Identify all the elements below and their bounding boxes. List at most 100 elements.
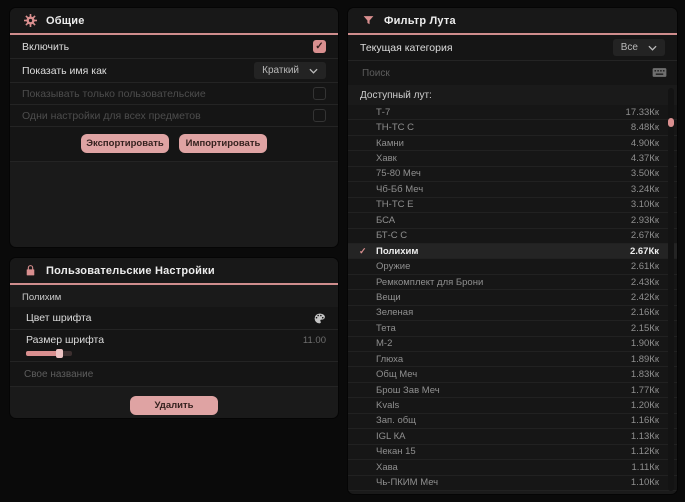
loot-list-item[interactable]: ✓ ТН-ТС С 8.48Кк <box>348 120 677 136</box>
loot-item-name: ТН-ТС С <box>376 122 414 134</box>
loot-list-item[interactable]: ✓ Хавк 4.37Кк <box>348 151 677 167</box>
loot-list-item[interactable]: ✓ Чб-Бб Меч 3.24Кк <box>348 182 677 198</box>
loot-item-name: Хавк <box>376 153 397 165</box>
loot-list-item[interactable]: ✓ БТ-С С 2.67Кк <box>348 228 677 244</box>
same-settings-checkbox[interactable] <box>313 109 326 122</box>
loot-list-item[interactable]: ✓ М-2 1.90Кк <box>348 336 677 352</box>
font-size-label: Размер шрифта <box>26 334 105 346</box>
show-name-dropdown[interactable]: Краткий <box>254 62 326 79</box>
keyboard-icon[interactable] <box>652 67 667 78</box>
font-color-label: Цвет шрифта <box>26 312 92 324</box>
loot-list: ✓ Т-7 17.33Кк ✓ ТН-ТС С 8.48Кк ✓ Камни 4… <box>348 105 677 491</box>
loot-item-value: 1.11Кк <box>631 461 659 473</box>
export-button[interactable]: Экспортировать <box>81 134 169 153</box>
custom-settings-panel: Пользовательские Настройки Полихим Цвет … <box>10 258 338 418</box>
same-settings-row: Одни настройки для всех предметов <box>10 105 338 127</box>
delete-button[interactable]: Удалить <box>130 396 218 415</box>
loot-list-item[interactable]: ✓ Оружие 2.61Кк <box>348 259 677 275</box>
loot-item-name: БТ-С С <box>376 230 408 242</box>
loot-list-item[interactable]: ✓ Хава 1.11Кк <box>348 460 677 476</box>
loot-list-item[interactable]: ✓ Камни 4.90Кк <box>348 135 677 152</box>
font-size-slider[interactable] <box>26 349 72 358</box>
custom-settings-title: Пользовательские Настройки <box>46 264 215 277</box>
loot-list-item[interactable]: ✓ Общ Меч 1.83Кк <box>348 367 677 383</box>
loot-item-value: 4.37Кк <box>630 153 659 165</box>
loot-item-value: 1.16Кк <box>630 415 659 427</box>
loot-list-item[interactable]: ✓ Kvals 1.20Кк <box>348 398 677 414</box>
loot-item-name: Зап. общ <box>376 415 416 427</box>
import-button[interactable]: Импортировать <box>179 134 267 153</box>
loot-list-item[interactable]: ✓ Т-7 17.33Кк <box>348 105 677 121</box>
loot-item-value: 1.12Кк <box>630 446 659 458</box>
loot-item-value: 2.43Кк <box>630 276 659 288</box>
general-panel: Общие Включить Показать имя как Краткий … <box>10 8 338 247</box>
font-color-row: Цвет шрифта <box>10 307 338 330</box>
font-size-value: 11.00 <box>302 334 326 346</box>
slider-fill <box>26 351 60 356</box>
custom-name-input[interactable] <box>10 362 338 387</box>
loot-list-item[interactable]: ✓ Тета 2.15Кк <box>348 321 677 337</box>
loot-list-item[interactable]: ✓ Чекан 15 1.12Кк <box>348 444 677 461</box>
loot-item-name: М-2 <box>376 338 393 350</box>
gear-icon <box>24 14 37 27</box>
loot-filter-header: Фильтр Лута <box>348 8 677 35</box>
loot-list-item[interactable]: ✓ Брош Зав Меч 1.77Кк <box>348 382 677 399</box>
loot-item-value: 17.33Кк <box>625 106 659 118</box>
general-panel-header: Общие <box>10 8 338 35</box>
general-panel-title: Общие <box>46 14 85 27</box>
loot-item-value: 2.67Кк <box>629 245 659 257</box>
loot-list-item[interactable]: ✓ ТН-ТС Е 3.10Кк <box>348 197 677 214</box>
loot-item-value: 4.90Кк <box>630 137 659 149</box>
enable-checkbox[interactable] <box>313 40 326 53</box>
loot-item-name: Полихим <box>376 245 419 257</box>
only-custom-checkbox[interactable] <box>313 87 326 100</box>
loot-list-item[interactable]: ✓ Полихим 2.67Кк <box>348 243 677 260</box>
loot-item-name: Чь-ПКИМ Меч <box>376 477 439 489</box>
loot-item-value: 2.61Кк <box>630 261 659 273</box>
search-input[interactable] <box>348 61 677 85</box>
loot-filter-title: Фильтр Лута <box>384 14 456 27</box>
scrollbar-thumb[interactable] <box>668 118 674 127</box>
loot-filter-panel: Фильтр Лута Текущая категория Все Доступ… <box>348 8 677 494</box>
loot-list-item[interactable]: ✓ Глюха 1.89Кк <box>348 352 677 368</box>
loot-item-value: 1.20Кк <box>630 400 659 412</box>
loot-item-name: Хава <box>376 461 398 473</box>
loot-item-name: Общ Меч <box>376 369 418 381</box>
loot-list-item[interactable]: ✓ Ремкомплект для Брони 2.43Кк <box>348 274 677 291</box>
loot-list-item[interactable]: ✓ 75-80 Меч 3.50Кк <box>348 166 677 183</box>
delete-row: Удалить <box>10 387 338 418</box>
loot-item-value: 1.13Кк <box>630 430 659 442</box>
export-import-row: Экспортировать Импортировать <box>10 127 338 162</box>
font-size-row: Размер шрифта 11.00 <box>10 330 338 362</box>
loot-list-item[interactable]: ✓ Вещи 2.42Кк <box>348 290 677 306</box>
loot-item-value: 1.90Кк <box>630 338 659 350</box>
loot-item-name: Брош Зав Меч <box>376 384 440 396</box>
loot-list-item[interactable]: ✓ IGL КА 1.13Кк <box>348 429 677 445</box>
same-settings-label: Одни настройки для всех предметов <box>22 109 201 122</box>
loot-item-value: 2.67Кк <box>630 230 659 242</box>
loot-item-value: 3.10Кк <box>630 199 659 211</box>
only-custom-label: Показывать только пользовательские <box>22 87 206 100</box>
loot-list-item[interactable]: ✓ Зап. общ 1.16Кк <box>348 413 677 430</box>
palette-icon[interactable] <box>313 312 326 325</box>
show-name-label: Показать имя как <box>22 64 107 77</box>
loot-list-scrollbar[interactable] <box>668 88 674 491</box>
loot-list-item[interactable]: ✓ Зеленая 2.16Кк <box>348 305 677 322</box>
loot-item-value: 8.48Кк <box>630 122 659 134</box>
available-loot-label: Доступный лут: <box>348 85 677 105</box>
loot-item-value: 1.89Кк <box>630 353 659 365</box>
slider-handle[interactable] <box>56 349 63 358</box>
funnel-icon <box>363 16 374 25</box>
category-dropdown-value: Все <box>620 42 638 53</box>
loot-item-value: 2.42Кк <box>630 291 659 303</box>
loot-item-value: 3.24Кк <box>630 183 659 195</box>
loot-item-value: 3.50Кк <box>630 168 659 180</box>
lock-icon <box>26 265 35 276</box>
enable-row[interactable]: Включить <box>10 35 338 59</box>
loot-list-item[interactable]: ✓ Чь-ПКИМ Меч 1.10Кк <box>348 475 677 491</box>
loot-item-name: IGL КА <box>376 430 406 442</box>
category-dropdown[interactable]: Все <box>612 39 665 56</box>
loot-item-name: Т-7 <box>376 106 391 118</box>
loot-list-item[interactable]: ✓ БСА 2.93Кк <box>348 213 677 229</box>
loot-item-value: 2.93Кк <box>630 214 659 226</box>
